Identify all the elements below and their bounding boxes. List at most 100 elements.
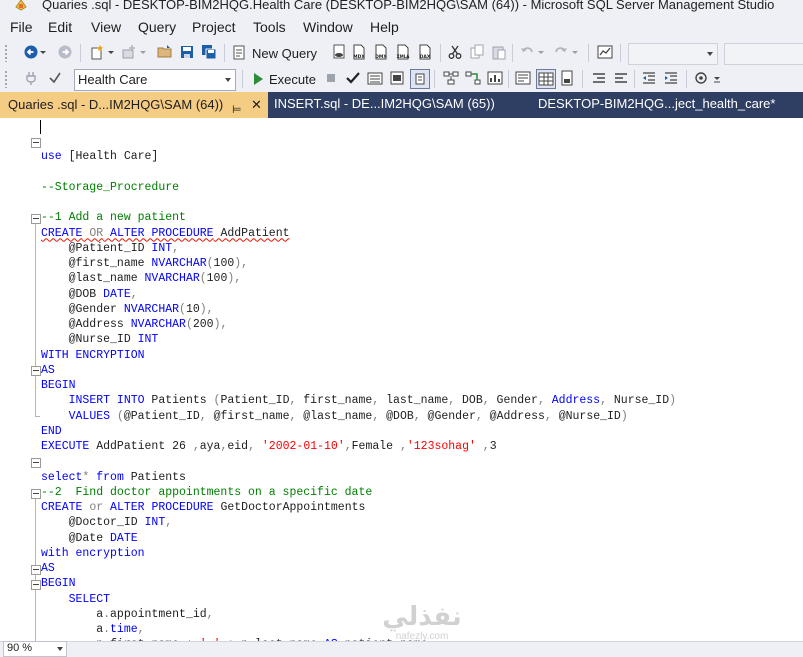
dmx-query-icon[interactable]: DMX [372, 43, 390, 61]
display-estimated-plan-icon[interactable] [366, 69, 384, 87]
menu-query[interactable]: Query [138, 19, 176, 35]
undo-dropdown-icon[interactable] [536, 43, 546, 61]
toolbar-grip[interactable] [4, 70, 8, 88]
results-to-grid-icon[interactable] [536, 69, 556, 89]
code-line[interactable]: with encryption [41, 546, 145, 561]
new-project-dropdown-icon[interactable] [106, 43, 116, 61]
code-line[interactable]: @last_name NVARCHAR(100), [41, 271, 242, 286]
collapse-icon[interactable] [31, 458, 41, 468]
cut-icon[interactable] [446, 43, 464, 61]
add-item-dropdown-icon[interactable] [138, 43, 148, 61]
back-dropdown-icon[interactable] [38, 43, 48, 61]
available-databases-dropdown[interactable]: Health Care [74, 69, 236, 91]
code-line[interactable]: --2 Find doctor appointments on a specif… [41, 485, 372, 500]
change-connection-icon[interactable] [46, 69, 64, 87]
close-icon[interactable]: ✕ [251, 93, 262, 117]
save-icon[interactable] [178, 43, 196, 61]
connect-icon[interactable] [22, 69, 40, 87]
mdx-query-icon[interactable]: MDX [350, 43, 368, 61]
collapse-icon[interactable] [31, 489, 41, 499]
code-line[interactable]: AS [41, 561, 55, 576]
dax-query-icon[interactable]: DAX [416, 43, 434, 61]
activity-monitor-icon[interactable] [596, 43, 614, 61]
menu-file[interactable]: File [10, 19, 33, 35]
toolbar-overflow-icon[interactable] [712, 69, 722, 87]
code-line[interactable]: CREATE or ALTER PROCEDURE GetDoctorAppoi… [41, 500, 365, 515]
add-item-icon[interactable] [120, 43, 138, 61]
query-editor[interactable]: use [Health Care] --Storage_Procredure --1… [0, 118, 803, 641]
xmla-query-icon[interactable]: XMLA [394, 43, 412, 61]
code-line[interactable]: WITH ENCRYPTION [41, 348, 145, 363]
specify-template-values-icon[interactable] [692, 69, 710, 87]
intellisense-icon[interactable] [410, 69, 430, 89]
database-engine-query-icon[interactable] [330, 43, 348, 61]
tab-project-health-care[interactable]: DESKTOP-BIM2HQG...ject_health_care* [538, 92, 775, 118]
collapse-icon[interactable] [31, 580, 41, 590]
code-line[interactable]: use [Health Care] [41, 149, 158, 164]
code-line[interactable]: --Storage_Procredure [41, 180, 179, 195]
save-all-icon[interactable] [200, 43, 218, 61]
client-statistics-icon[interactable] [486, 69, 504, 87]
menu-edit[interactable]: Edit [48, 19, 72, 35]
collapse-icon[interactable] [31, 565, 41, 575]
menu-project[interactable]: Project [192, 19, 236, 35]
tab-insert-sql[interactable]: INSERT.sql - DE...IM2HQG\SAM (65)) [274, 92, 495, 118]
code-line[interactable]: select* from Patients [41, 470, 186, 485]
code-line[interactable]: END [41, 424, 62, 439]
parse-icon[interactable] [344, 69, 362, 87]
code-line[interactable]: @first_name NVARCHAR(100), [41, 256, 248, 271]
code-line[interactable]: @DOB DATE, [41, 287, 138, 302]
tab-quaries-sql[interactable]: Quaries .sql - D...IM2HQG\SAM (64)) ⊨ ✕ [0, 92, 268, 118]
redo-icon[interactable] [552, 43, 570, 61]
collapse-icon[interactable] [31, 138, 41, 148]
cancel-query-icon[interactable] [322, 69, 340, 87]
code-line[interactable]: SELECT [41, 592, 110, 607]
code-line[interactable]: a.time, [41, 622, 144, 637]
code-line[interactable]: --1 Add a new patient [41, 210, 186, 225]
menu-tools[interactable]: Tools [253, 19, 286, 35]
code-line[interactable]: AS [41, 363, 55, 378]
code-line[interactable]: BEGIN [41, 576, 76, 591]
text-cursor [40, 120, 41, 134]
forward-icon[interactable] [56, 43, 74, 61]
results-to-file-icon[interactable] [558, 69, 576, 87]
code-line[interactable]: BEGIN [41, 378, 76, 393]
menu-view[interactable]: View [91, 19, 121, 35]
code-line[interactable]: EXECUTE AddPatient 26 ,aya,eid, '2002-01… [41, 439, 497, 454]
code-line[interactable]: VALUES (@Patient_ID, @first_name, @last_… [41, 409, 628, 424]
code-token: Nurse_ID [606, 394, 670, 408]
query-options-icon[interactable] [388, 69, 406, 87]
collapse-icon[interactable] [31, 366, 41, 376]
results-to-text-icon[interactable] [514, 69, 532, 87]
increase-indent-icon[interactable] [662, 69, 680, 87]
toolbar-grip[interactable] [4, 44, 8, 62]
collapse-icon[interactable] [31, 214, 41, 224]
code-line[interactable]: @Nurse_ID INT [41, 332, 159, 347]
code-line[interactable]: INSERT INTO Patients (Patient_ID, first_… [41, 393, 676, 408]
decrease-indent-icon[interactable] [640, 69, 658, 87]
redo-dropdown-icon[interactable] [570, 43, 580, 61]
open-file-icon[interactable] [156, 43, 174, 61]
menu-window[interactable]: Window [303, 19, 353, 35]
execute-button[interactable]: Execute [252, 69, 316, 89]
live-query-statistics-icon[interactable] [464, 69, 482, 87]
copy-icon[interactable] [468, 43, 486, 61]
code-line[interactable]: @Gender NVARCHAR(10), [41, 302, 214, 317]
menu-help[interactable]: Help [370, 19, 399, 35]
uncomment-icon[interactable] [612, 69, 630, 87]
code-line[interactable]: @Address NVARCHAR(200), [41, 317, 228, 332]
find-box[interactable] [724, 43, 803, 65]
code-line[interactable]: @Patient_ID INT, [41, 241, 179, 256]
code-line[interactable]: CREATE OR ALTER PROCEDURE AddPatient [41, 226, 290, 241]
undo-icon[interactable] [518, 43, 536, 61]
code-token: ALTER PROCEDURE [110, 226, 214, 240]
code-line[interactable]: a.appointment_id, [41, 607, 213, 622]
new-project-icon[interactable] [88, 43, 106, 61]
code-line[interactable]: @Doctor_ID INT, [41, 515, 173, 530]
solution-configurations-dropdown[interactable] [628, 43, 718, 65]
comment-out-icon[interactable] [590, 69, 608, 87]
code-line[interactable]: @Date DATE [41, 531, 138, 546]
new-query-button[interactable]: New Query [232, 43, 317, 63]
paste-icon[interactable] [490, 43, 508, 61]
include-actual-plan-icon[interactable] [442, 69, 460, 87]
